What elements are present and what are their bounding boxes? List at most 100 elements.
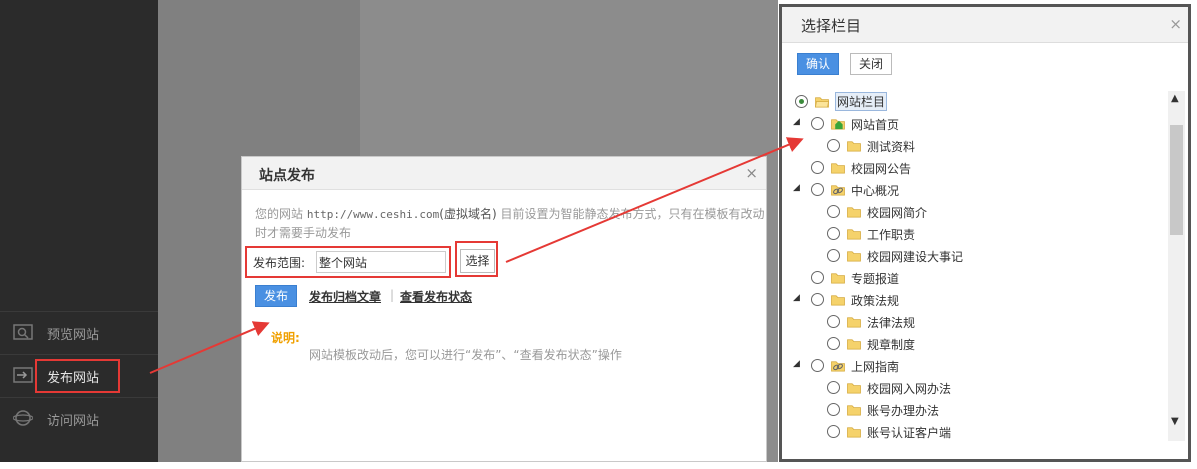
- folder-icon: [847, 141, 861, 152]
- publish-archive-link[interactable]: 发布归档文章: [309, 288, 381, 305]
- tree-node[interactable]: 校园网入网办法: [782, 377, 1162, 399]
- tree-node[interactable]: ◢ 中心概况: [782, 179, 1162, 201]
- tree-node-label[interactable]: 上网指南: [851, 358, 899, 375]
- tree-node-label[interactable]: 校园网入网办法: [867, 380, 951, 397]
- link-folder-icon: [831, 185, 845, 196]
- tree-node-label[interactable]: 法律法规: [867, 314, 915, 331]
- vertical-scrollbar[interactable]: ▲ ▼: [1168, 91, 1185, 441]
- folder-icon: [847, 207, 861, 218]
- tree-node[interactable]: 校园网建设大事记: [782, 245, 1162, 267]
- tree-node[interactable]: 工作职责: [782, 223, 1162, 245]
- folder-icon: [847, 317, 861, 328]
- radio-button[interactable]: [811, 117, 824, 130]
- radio-button[interactable]: [811, 183, 824, 196]
- scroll-down-icon[interactable]: ▼: [1171, 416, 1179, 427]
- highlight-box: [35, 359, 120, 393]
- tree-node[interactable]: 规章制度: [782, 333, 1162, 355]
- tree-node-label[interactable]: 政策法规: [851, 292, 899, 309]
- tree-node[interactable]: ◢ 政策法规: [782, 289, 1162, 311]
- close-icon[interactable]: ×: [745, 164, 758, 182]
- expand-toggle-icon[interactable]: ◢: [793, 184, 801, 193]
- select-column-dialog: 选择栏目 × 确认 关闭 网站栏目 ◢ 网站首页测试资料校园网公告 ◢ 中心概况校园网简…: [779, 4, 1191, 462]
- tree-node-label[interactable]: 校园网公告: [851, 160, 911, 177]
- radio-button[interactable]: [827, 249, 840, 262]
- folder-icon: [847, 251, 861, 262]
- tree-node-label[interactable]: 测试资料: [867, 138, 915, 155]
- tree-node[interactable]: 测试资料: [782, 135, 1162, 157]
- sidebar-item-visit[interactable]: 访问网站: [0, 397, 158, 440]
- radio-button[interactable]: [811, 161, 824, 174]
- tree-node[interactable]: 专题报道: [782, 267, 1162, 289]
- folder-icon: [847, 229, 861, 240]
- radio-button[interactable]: [827, 403, 840, 416]
- tree-node[interactable]: 网站栏目: [782, 91, 1162, 113]
- tree-node-label[interactable]: 工作职责: [867, 226, 915, 243]
- folder-icon: [847, 427, 861, 438]
- tree-node-label[interactable]: 规章制度: [867, 336, 915, 353]
- close-button[interactable]: 关闭: [850, 53, 892, 75]
- dialog-title: 选择栏目: [801, 17, 862, 35]
- tree-node-label[interactable]: 账号办理办法: [867, 402, 939, 419]
- radio-button[interactable]: [827, 337, 840, 350]
- select-button[interactable]: 选择: [460, 249, 495, 273]
- column-tree: 网站栏目 ◢ 网站首页测试资料校园网公告 ◢ 中心概况校园网简介工作职责校园网建设大事记…: [782, 91, 1170, 441]
- sidebar-item-label: 访问网站: [47, 414, 100, 429]
- tree-node-label[interactable]: 中心概况: [851, 182, 899, 199]
- publish-button[interactable]: 发布: [255, 285, 297, 307]
- tree-node-label[interactable]: 账号认证客户端: [867, 424, 951, 441]
- radio-button[interactable]: [827, 205, 840, 218]
- radio-button[interactable]: [811, 271, 824, 284]
- tree-node[interactable]: 校园网公告: [782, 157, 1162, 179]
- virtual-domain: (虚拟域名): [439, 207, 497, 221]
- radio-button[interactable]: [795, 95, 808, 108]
- radio-button[interactable]: [827, 381, 840, 394]
- radio-button[interactable]: [811, 359, 824, 372]
- tree-node[interactable]: ◢ 上网指南: [782, 355, 1162, 377]
- sidebar-item-preview[interactable]: 预览网站: [0, 311, 158, 354]
- expand-toggle-icon[interactable]: ◢: [793, 294, 801, 303]
- note-text: 网站模板改动后，您可以进行“发布”、“查看发布状态”操作: [309, 348, 622, 362]
- scrollbar-thumb[interactable]: [1170, 125, 1183, 235]
- tree-node-label[interactable]: 校园网建设大事记: [867, 248, 963, 265]
- tree-node[interactable]: ◢ 网站首页: [782, 113, 1162, 135]
- tree-node[interactable]: 校园网简介: [782, 201, 1162, 223]
- link-folder-icon: [831, 361, 845, 372]
- tree-node-label[interactable]: 校园网简介: [867, 204, 927, 221]
- close-icon[interactable]: ×: [1169, 15, 1182, 33]
- radio-button[interactable]: [811, 293, 824, 306]
- tree-node[interactable]: 法律法规: [782, 311, 1162, 333]
- tree-node-label[interactable]: 网站首页: [851, 116, 899, 133]
- scroll-up-icon[interactable]: ▲: [1171, 93, 1179, 104]
- confirm-button[interactable]: 确认: [797, 53, 839, 75]
- expand-toggle-icon[interactable]: ◢: [793, 360, 801, 369]
- sidebar-item-label: 预览网站: [47, 328, 100, 343]
- dialog-header: 选择栏目 ×: [782, 7, 1188, 43]
- folder-icon: [847, 339, 861, 350]
- radio-button[interactable]: [827, 139, 840, 152]
- radio-button[interactable]: [827, 227, 840, 240]
- link-separator: |: [390, 288, 395, 302]
- radio-button[interactable]: [827, 315, 840, 328]
- note-title: 说明:: [271, 331, 300, 345]
- tree-node[interactable]: 账号办理办法: [782, 399, 1162, 421]
- tree-node-label[interactable]: 网站栏目: [835, 92, 888, 111]
- tree-node[interactable]: 账号认证客户端: [782, 421, 1162, 441]
- home-icon: [831, 119, 845, 130]
- tree-node-label[interactable]: 专题报道: [851, 270, 899, 287]
- view-status-link[interactable]: 查看发布状态: [400, 288, 472, 305]
- radio-button[interactable]: [827, 425, 840, 438]
- publish-dialog: 站点发布 × 您的网站 http://www.ceshi.com(虚拟域名) 目…: [241, 156, 767, 462]
- expand-toggle-icon[interactable]: ◢: [793, 118, 801, 127]
- preview-icon: [13, 324, 33, 340]
- scope-input[interactable]: [316, 251, 446, 273]
